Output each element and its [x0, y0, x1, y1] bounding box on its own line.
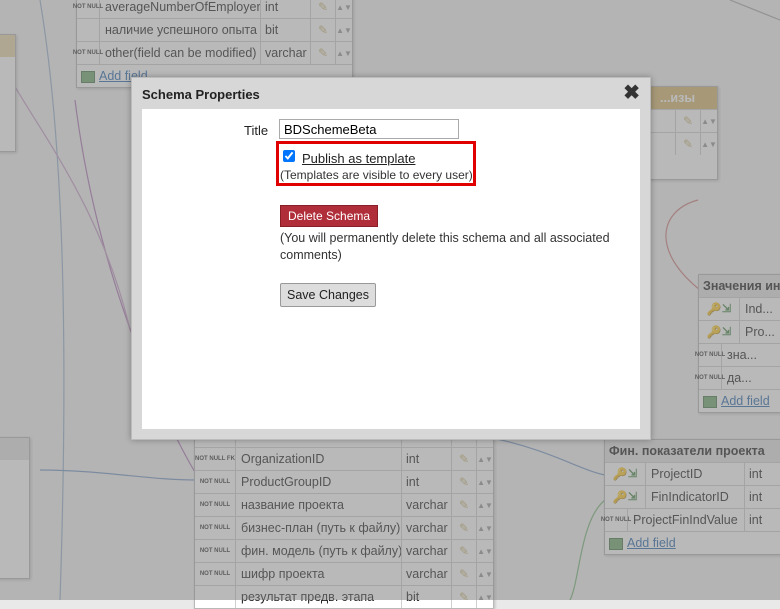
title-label: Title [244, 123, 269, 138]
title-input[interactable] [279, 119, 459, 139]
delete-schema-hint: (You will permanently delete this schema… [280, 231, 610, 262]
save-changes-button[interactable]: Save Changes [280, 283, 377, 307]
publish-template-checkbox[interactable] [283, 150, 295, 162]
schema-properties-dialog: Schema Properties ✖ Title Publish as tem… [131, 77, 651, 440]
dialog-body: Title Publish as template (Templates are… [142, 109, 640, 429]
publish-template-label[interactable]: Publish as template [302, 151, 415, 166]
delete-schema-button[interactable]: Delete Schema [280, 205, 379, 227]
dialog-title: Schema Properties [142, 87, 260, 102]
publish-template-hint: (Templates are visible to every user) [280, 168, 473, 182]
close-icon[interactable]: ✖ [623, 82, 640, 104]
